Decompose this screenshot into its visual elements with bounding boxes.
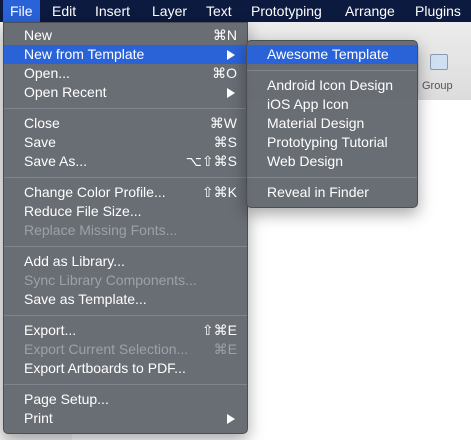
menu-item-change-color-profile[interactable]: Change Color Profile... ⇧⌘K: [4, 183, 247, 202]
menu-item-prototyping-tutorial[interactable]: Prototyping Tutorial: [247, 133, 417, 152]
shortcut-label: ⌘E: [213, 341, 237, 357]
menu-item-label: Save As...: [24, 153, 88, 169]
menu-separator: [4, 108, 247, 109]
menu-item-label: Prototyping Tutorial: [267, 134, 388, 150]
menu-item-export[interactable]: Export... ⇧⌘E: [4, 321, 247, 340]
menu-item-label: Android Icon Design: [267, 77, 394, 93]
menu-edit[interactable]: Edit: [45, 0, 83, 22]
shortcut-label: ⌘N: [212, 27, 237, 43]
menu-separator: [247, 177, 417, 178]
template-submenu: Awesome Template Android Icon Design iOS…: [246, 40, 418, 208]
menu-item-close[interactable]: Close ⌘W: [4, 114, 247, 133]
menu-item-label: Page Setup...: [24, 391, 109, 407]
menu-item-label: Save as Template...: [24, 291, 147, 307]
submenu-arrow-icon: [227, 414, 235, 424]
menu-item-label: Close: [24, 115, 60, 131]
menu-item-label: Reveal in Finder: [267, 184, 369, 200]
submenu-arrow-icon: [227, 50, 235, 60]
menu-item-label: Sync Library Components...: [24, 272, 197, 288]
menu-item-label: Reduce File Size...: [24, 203, 142, 219]
menu-text[interactable]: Text: [199, 0, 239, 22]
menu-item-label: Replace Missing Fonts...: [24, 222, 178, 238]
file-menu: New ⌘N New from Template Open... ⌘O Open…: [3, 22, 248, 434]
menu-item-label: Export Current Selection...: [24, 341, 189, 357]
menu-item-reveal-in-finder[interactable]: Reveal in Finder: [247, 183, 417, 202]
menu-item-replace-missing-fonts: Replace Missing Fonts...: [4, 221, 247, 240]
menu-item-label: Open...: [24, 65, 70, 81]
shortcut-label: ⌘S: [213, 134, 237, 150]
menu-item-reduce-file-size[interactable]: Reduce File Size...: [4, 202, 247, 221]
menu-item-label: iOS App Icon: [267, 96, 349, 112]
menu-layer[interactable]: Layer: [145, 0, 194, 22]
menu-item-save-as-template[interactable]: Save as Template...: [4, 290, 247, 309]
menu-item-label: New: [24, 27, 53, 43]
menu-item-label: Awesome Template: [267, 46, 389, 62]
menu-separator: [247, 70, 417, 71]
toolbar-divider: [418, 46, 419, 94]
group-label[interactable]: Group: [422, 80, 453, 92]
menu-item-label: Print: [24, 410, 53, 426]
group-icon[interactable]: [430, 54, 448, 70]
menu-prototyping[interactable]: Prototyping: [244, 0, 329, 22]
menu-item-export-artboards-pdf[interactable]: Export Artboards to PDF...: [4, 359, 247, 378]
menu-item-sync-library-components: Sync Library Components...: [4, 271, 247, 290]
submenu-arrow-icon: [227, 88, 235, 98]
menu-item-page-setup[interactable]: Page Setup...: [4, 390, 247, 409]
menu-item-new[interactable]: New ⌘N: [4, 26, 247, 45]
shortcut-label: ⇧⌘K: [201, 184, 237, 200]
menu-insert[interactable]: Insert: [88, 0, 137, 22]
menu-item-label: Material Design: [267, 115, 365, 131]
menu-item-label: Export Artboards to PDF...: [24, 360, 186, 376]
shortcut-label: ⌘W: [209, 115, 237, 131]
menu-item-web-design[interactable]: Web Design: [247, 152, 417, 171]
menu-separator: [4, 177, 247, 178]
menu-item-save[interactable]: Save ⌘S: [4, 133, 247, 152]
menu-item-save-as[interactable]: Save As... ⌥⇧⌘S: [4, 152, 247, 171]
menu-item-label: New from Template: [24, 46, 145, 62]
menu-item-label: Export...: [24, 322, 77, 338]
menu-item-add-as-library[interactable]: Add as Library...: [4, 252, 247, 271]
menu-plugins[interactable]: Plugins: [408, 0, 468, 22]
menu-item-ios-app-icon[interactable]: iOS App Icon: [247, 95, 417, 114]
menu-separator: [4, 384, 247, 385]
menu-item-open-recent[interactable]: Open Recent: [4, 83, 247, 102]
menu-item-export-current-selection: Export Current Selection... ⌘E: [4, 340, 247, 359]
menu-item-label: Open Recent: [24, 84, 107, 100]
menu-item-new-from-template[interactable]: New from Template: [4, 45, 247, 64]
menu-arrange[interactable]: Arrange: [338, 0, 402, 22]
menu-item-label: Add as Library...: [24, 253, 125, 269]
menu-file[interactable]: File: [3, 0, 40, 22]
menu-separator: [4, 315, 247, 316]
menu-item-open[interactable]: Open... ⌘O: [4, 64, 247, 83]
menu-item-awesome-template[interactable]: Awesome Template: [247, 45, 417, 64]
shortcut-label: ⌘O: [212, 65, 237, 81]
shortcut-label: ⇧⌘E: [201, 322, 237, 338]
menu-separator: [4, 246, 247, 247]
menu-item-label: Save: [24, 134, 56, 150]
shortcut-label: ⌥⇧⌘S: [185, 153, 237, 169]
menu-item-print[interactable]: Print: [4, 409, 247, 428]
menu-bar: File Edit Insert Layer Text Prototyping …: [0, 0, 471, 22]
menu-item-material-design[interactable]: Material Design: [247, 114, 417, 133]
menu-item-android-icon-design[interactable]: Android Icon Design: [247, 76, 417, 95]
menu-item-label: Change Color Profile...: [24, 184, 166, 200]
menu-item-label: Web Design: [267, 153, 344, 169]
